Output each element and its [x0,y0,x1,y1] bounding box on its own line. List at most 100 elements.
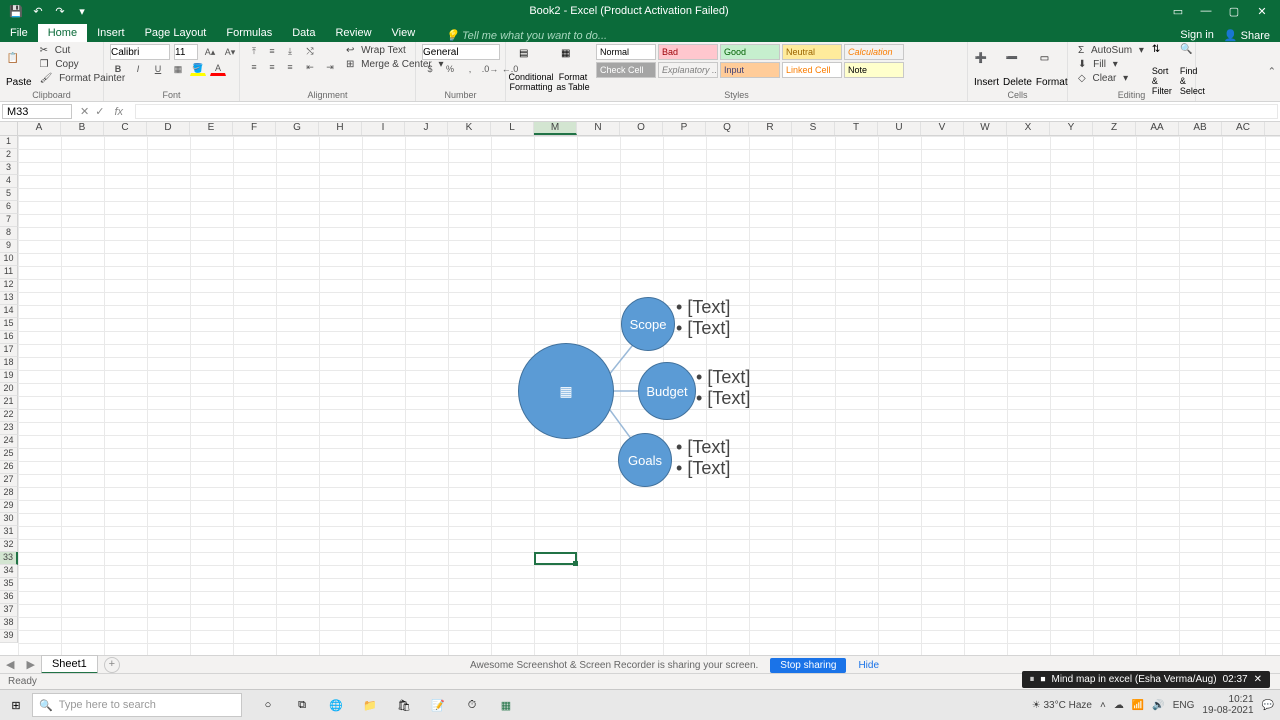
row-header[interactable]: 24 [0,435,18,448]
undo-icon[interactable]: ↶ [30,5,46,18]
col-header[interactable]: W [964,122,1007,135]
row-header[interactable]: 37 [0,604,18,617]
tray-volume-icon[interactable]: 🔊 [1152,700,1164,711]
row-header[interactable]: 17 [0,344,18,357]
tray-language[interactable]: ENG [1173,700,1195,711]
align-right-icon[interactable]: ≡ [282,60,298,74]
tab-file[interactable]: File [0,24,38,42]
style-input[interactable]: Input [720,62,780,78]
col-header[interactable]: B [61,122,104,135]
redo-icon[interactable]: ↷ [52,5,68,18]
col-header[interactable]: F [233,122,276,135]
row-header[interactable]: 13 [0,292,18,305]
format-as-table-button[interactable]: ▦Format as Table [554,44,592,96]
sort-filter-button[interactable]: ⇅Sort & Filter [1152,44,1176,96]
row-header[interactable]: 22 [0,409,18,422]
recording-stop-icon[interactable]: ⏹ [1041,674,1046,685]
col-header[interactable]: Z [1093,122,1136,135]
cell-styles-gallery[interactable]: Normal Bad Good Neutral Calculation Chec… [596,44,904,78]
style-linked-cell[interactable]: Linked Cell [782,62,842,78]
row-header[interactable]: 26 [0,461,18,474]
row-header[interactable]: 3 [0,162,18,175]
number-format-combo[interactable] [422,44,500,60]
cancel-formula-icon[interactable]: ✕ [80,105,89,118]
align-middle-icon[interactable]: ≡ [264,44,280,58]
tab-insert[interactable]: Insert [87,24,135,42]
tab-review[interactable]: Review [325,24,381,42]
col-header[interactable]: X [1007,122,1050,135]
row-header[interactable]: 27 [0,474,18,487]
italic-button[interactable]: I [130,62,146,76]
select-all-corner[interactable] [0,122,18,135]
row-header[interactable]: 30 [0,513,18,526]
formula-input[interactable] [135,104,1278,119]
underline-button[interactable]: U [150,62,166,76]
row-header[interactable]: 11 [0,266,18,279]
col-header[interactable]: O [620,122,663,135]
smartart-diagram[interactable]: ▦ Scope Budget Goals [Text][Text] [Text]… [518,291,818,501]
bold-button[interactable]: B [110,62,126,76]
delete-cells-button[interactable]: ➖Delete [1003,44,1032,96]
font-size-combo[interactable] [174,44,198,60]
active-cell[interactable] [534,552,577,565]
col-header[interactable]: K [448,122,491,135]
row-header[interactable]: 14 [0,305,18,318]
col-header[interactable]: Y [1050,122,1093,135]
row-header[interactable]: 1 [0,136,18,149]
row-header[interactable]: 28 [0,487,18,500]
row-header[interactable]: 39 [0,630,18,643]
decrease-indent-icon[interactable]: ⇤ [302,60,318,74]
row-header[interactable]: 34 [0,565,18,578]
stop-sharing-button[interactable]: Stop sharing [770,658,846,673]
save-icon[interactable]: 💾 [8,5,24,18]
tab-formulas[interactable]: Formulas [216,24,282,42]
comma-format-icon[interactable]: , [462,62,478,76]
row-header[interactable]: 18 [0,357,18,370]
col-header[interactable]: A [18,122,61,135]
style-explanatory[interactable]: Explanatory ... [658,62,718,78]
enter-formula-icon[interactable]: ✓ [95,105,104,118]
style-good[interactable]: Good [720,44,780,60]
insert-cells-button[interactable]: ➕Insert [974,44,999,96]
sheet-nav-prev-icon[interactable]: ◀ [0,658,20,671]
style-normal[interactable]: Normal [596,44,656,60]
tab-data[interactable]: Data [282,24,325,42]
tab-view[interactable]: View [382,24,426,42]
smartart-bullets-goals[interactable]: [Text][Text] [676,437,730,479]
increase-indent-icon[interactable]: ⇥ [322,60,338,74]
new-sheet-button[interactable]: + [104,657,120,673]
find-select-button[interactable]: 🔍Find & Select [1180,44,1205,96]
sign-in-link[interactable]: Sign in [1180,29,1214,42]
row-header[interactable]: 2 [0,149,18,162]
col-header[interactable]: C [104,122,147,135]
row-header[interactable]: 5 [0,188,18,201]
row-header[interactable]: 29 [0,500,18,513]
align-top-icon[interactable]: ⤒ [246,44,262,58]
smartart-node-goals[interactable]: Goals [618,433,672,487]
row-header[interactable]: 16 [0,331,18,344]
col-header[interactable]: AA [1136,122,1179,135]
col-header[interactable]: U [878,122,921,135]
weather-widget[interactable]: ☀ 33°C Haze [1032,700,1092,711]
tell-me-search[interactable]: 💡 Tell me what you want to do... [425,29,1180,42]
insert-function-icon[interactable]: fx [110,106,127,118]
font-color-button[interactable]: A [210,62,226,76]
align-center-icon[interactable]: ≡ [264,60,280,74]
font-name-combo[interactable] [110,44,170,60]
col-header[interactable]: AC [1222,122,1265,135]
align-left-icon[interactable]: ≡ [246,60,262,74]
smartart-node-scope[interactable]: Scope [621,297,675,351]
style-neutral[interactable]: Neutral [782,44,842,60]
sheet-tab[interactable]: Sheet1 [41,655,98,674]
close-icon[interactable]: ✕ [1252,5,1272,18]
col-header[interactable]: N [577,122,620,135]
col-header[interactable]: M [534,122,577,135]
store-icon[interactable]: 🛍 [392,693,416,717]
row-header[interactable]: 15 [0,318,18,331]
start-button[interactable]: ⊞ [0,699,32,712]
autosum-button[interactable]: Σ AutoSum ▾ [1074,44,1148,57]
row-header[interactable]: 9 [0,240,18,253]
row-header[interactable]: 19 [0,370,18,383]
spreadsheet-grid[interactable]: ABCDEFGHIJKLMNOPQRSTUVWXYZAAABAC 1234567… [0,122,1280,655]
orientation-icon[interactable]: ⤭ [302,44,318,58]
